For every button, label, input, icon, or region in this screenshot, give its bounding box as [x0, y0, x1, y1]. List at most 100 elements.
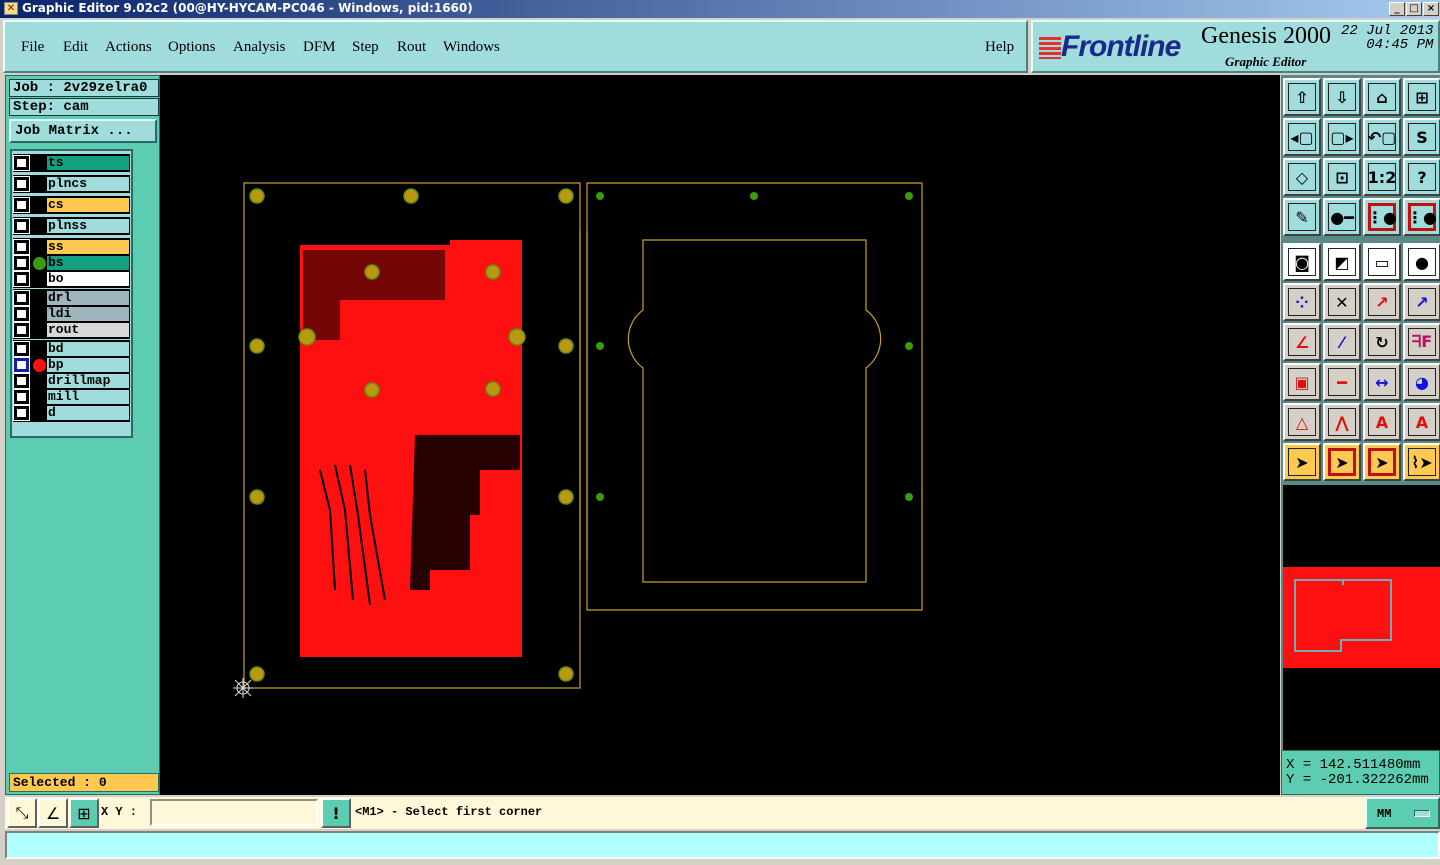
- graphic-canvas[interactable]: [160, 75, 1280, 795]
- pan-left-button[interactable]: ◂▢: [1283, 118, 1321, 156]
- layer-row-bs[interactable]: bs: [13, 255, 130, 271]
- job-matrix-button[interactable]: Job Matrix ...: [9, 119, 157, 143]
- menu-help[interactable]: Help: [985, 39, 1014, 56]
- menu-analysis[interactable]: Analysis: [233, 39, 286, 56]
- arch-button[interactable]: A: [1363, 403, 1401, 441]
- units-selector[interactable]: MM: [1365, 797, 1440, 829]
- tools-palette-button[interactable]: ✎: [1283, 198, 1321, 236]
- net-check-2-button[interactable]: ⋮●: [1403, 198, 1440, 236]
- line-button[interactable]: ⁄: [1323, 323, 1361, 361]
- layer-checkbox[interactable]: [13, 306, 30, 322]
- help-button[interactable]: ?: [1403, 158, 1440, 196]
- menu-step[interactable]: Step: [352, 39, 379, 56]
- copy-features-button[interactable]: ◩: [1323, 243, 1361, 281]
- layer-name: ts: [47, 156, 129, 170]
- connect-button[interactable]: ⁘: [1283, 283, 1321, 321]
- grid-snap-icon[interactable]: ⊞: [69, 798, 99, 828]
- home-button[interactable]: ⌂: [1363, 78, 1401, 116]
- date-time: 22 Jul 2013 04:45 PM: [1341, 24, 1433, 52]
- move-pad-button[interactable]: ↗: [1403, 283, 1440, 321]
- cursor-coordinates: X = 142.511480mm Y = -201.322262mm: [1281, 750, 1440, 795]
- layer-row-mill[interactable]: mill: [13, 389, 130, 405]
- layer-checkbox[interactable]: [13, 255, 30, 271]
- ruler-button[interactable]: ▭: [1363, 243, 1401, 281]
- pointer-poly-button[interactable]: ➤: [1363, 443, 1401, 481]
- layer-checkbox[interactable]: [13, 373, 30, 389]
- measure-angle-icon[interactable]: ∠: [38, 798, 68, 828]
- pad-icon: ●: [1408, 248, 1436, 276]
- net-check-button[interactable]: ⋮●: [1363, 198, 1401, 236]
- rotate-button[interactable]: ↻: [1363, 323, 1401, 361]
- layer-row-ts[interactable]: ts: [13, 155, 130, 171]
- move-button[interactable]: ↗: [1363, 283, 1401, 321]
- zoom-fit-button[interactable]: ◇: [1283, 158, 1321, 196]
- layer-row-ss[interactable]: ss: [13, 239, 130, 255]
- xy-input[interactable]: [150, 799, 318, 826]
- layer-checkbox[interactable]: [13, 405, 30, 421]
- triangle-button[interactable]: △: [1283, 403, 1321, 441]
- pan-right-button[interactable]: ▢▸: [1323, 118, 1361, 156]
- layer-checkbox[interactable]: [13, 271, 30, 287]
- menu-rout[interactable]: Rout: [397, 39, 426, 56]
- menu-options[interactable]: Options: [168, 39, 216, 56]
- layer-checkbox[interactable]: [13, 218, 30, 234]
- resize-button[interactable]: ▣: [1283, 363, 1321, 401]
- dimension-button[interactable]: ↔: [1363, 363, 1401, 401]
- grid-xy-button[interactable]: ⊞: [1403, 78, 1440, 116]
- minimize-button[interactable]: _: [1389, 2, 1405, 16]
- layer-row-drillmap[interactable]: drillmap: [13, 373, 130, 389]
- route-pointer-button[interactable]: ⌇➤: [1403, 443, 1440, 481]
- zoom-in-button[interactable]: ⊡: [1323, 158, 1361, 196]
- menu-edit[interactable]: Edit: [63, 39, 88, 56]
- menu-dfm[interactable]: DFM: [303, 39, 336, 56]
- pointer-box-button[interactable]: ➤: [1323, 443, 1361, 481]
- layer-checkbox[interactable]: [13, 239, 30, 255]
- layer-row-ldi[interactable]: ldi: [13, 306, 130, 322]
- angle-button[interactable]: ∠: [1283, 323, 1321, 361]
- menu-windows[interactable]: Windows: [443, 39, 500, 56]
- layer-row-d[interactable]: d: [13, 405, 130, 421]
- delete-button[interactable]: ✕: [1323, 283, 1361, 321]
- pointer-button[interactable]: ➤: [1283, 443, 1321, 481]
- layer-checkbox[interactable]: [13, 357, 30, 373]
- close-button[interactable]: ×: [1423, 2, 1439, 16]
- alert-icon[interactable]: !: [321, 798, 351, 828]
- overview-map[interactable]: [1281, 485, 1440, 750]
- pointer-icon: ➤: [1288, 448, 1316, 476]
- layer-row-cs[interactable]: cs: [13, 197, 130, 213]
- measure-pin-button[interactable]: ●━: [1323, 198, 1361, 236]
- layer-checkbox[interactable]: [13, 155, 30, 171]
- menu-file[interactable]: File: [21, 39, 44, 56]
- undo-view-button[interactable]: ↶▢: [1363, 118, 1401, 156]
- coord-x: X = 142.511480mm: [1286, 757, 1421, 773]
- layer-row-bp[interactable]: bp: [13, 357, 130, 373]
- peak-button[interactable]: ⋀: [1323, 403, 1361, 441]
- layer-checkbox[interactable]: [13, 341, 30, 357]
- snap-button[interactable]: S: [1403, 118, 1440, 156]
- layer-row-bo[interactable]: bo: [13, 271, 130, 287]
- mirror-button[interactable]: ᖷF: [1403, 323, 1440, 361]
- menu-actions[interactable]: Actions: [105, 39, 152, 56]
- zoom-area-icon[interactable]: ⤡: [7, 798, 37, 828]
- split-line-button[interactable]: ━: [1323, 363, 1361, 401]
- maximize-button[interactable]: □: [1406, 2, 1422, 16]
- layer-checkbox[interactable]: [13, 290, 30, 306]
- layer-checkbox[interactable]: [13, 322, 30, 338]
- layer-checkbox[interactable]: [13, 389, 30, 405]
- layer-row-drl[interactable]: drl: [13, 290, 130, 306]
- contour-button[interactable]: ◕: [1403, 363, 1440, 401]
- layer-checkbox[interactable]: [13, 176, 30, 192]
- copy-features-icon: ◩: [1328, 248, 1356, 276]
- select-features-button[interactable]: ◙: [1283, 243, 1321, 281]
- layer-row-rout[interactable]: rout: [13, 322, 130, 338]
- layer-row-bd[interactable]: bd: [13, 341, 130, 357]
- pad-button[interactable]: ●: [1403, 243, 1440, 281]
- arch-line-button[interactable]: A: [1403, 403, 1440, 441]
- window-down-button[interactable]: ⇩: [1323, 78, 1361, 116]
- zoom-in-icon: ⊡: [1328, 163, 1356, 191]
- layer-row-plncs[interactable]: plncs: [13, 176, 130, 192]
- window-up-button[interactable]: ⇧: [1283, 78, 1321, 116]
- layer-row-plnss[interactable]: plnss: [13, 218, 130, 234]
- layer-checkbox[interactable]: [13, 197, 30, 213]
- scale-1-2-button[interactable]: 1:2: [1363, 158, 1401, 196]
